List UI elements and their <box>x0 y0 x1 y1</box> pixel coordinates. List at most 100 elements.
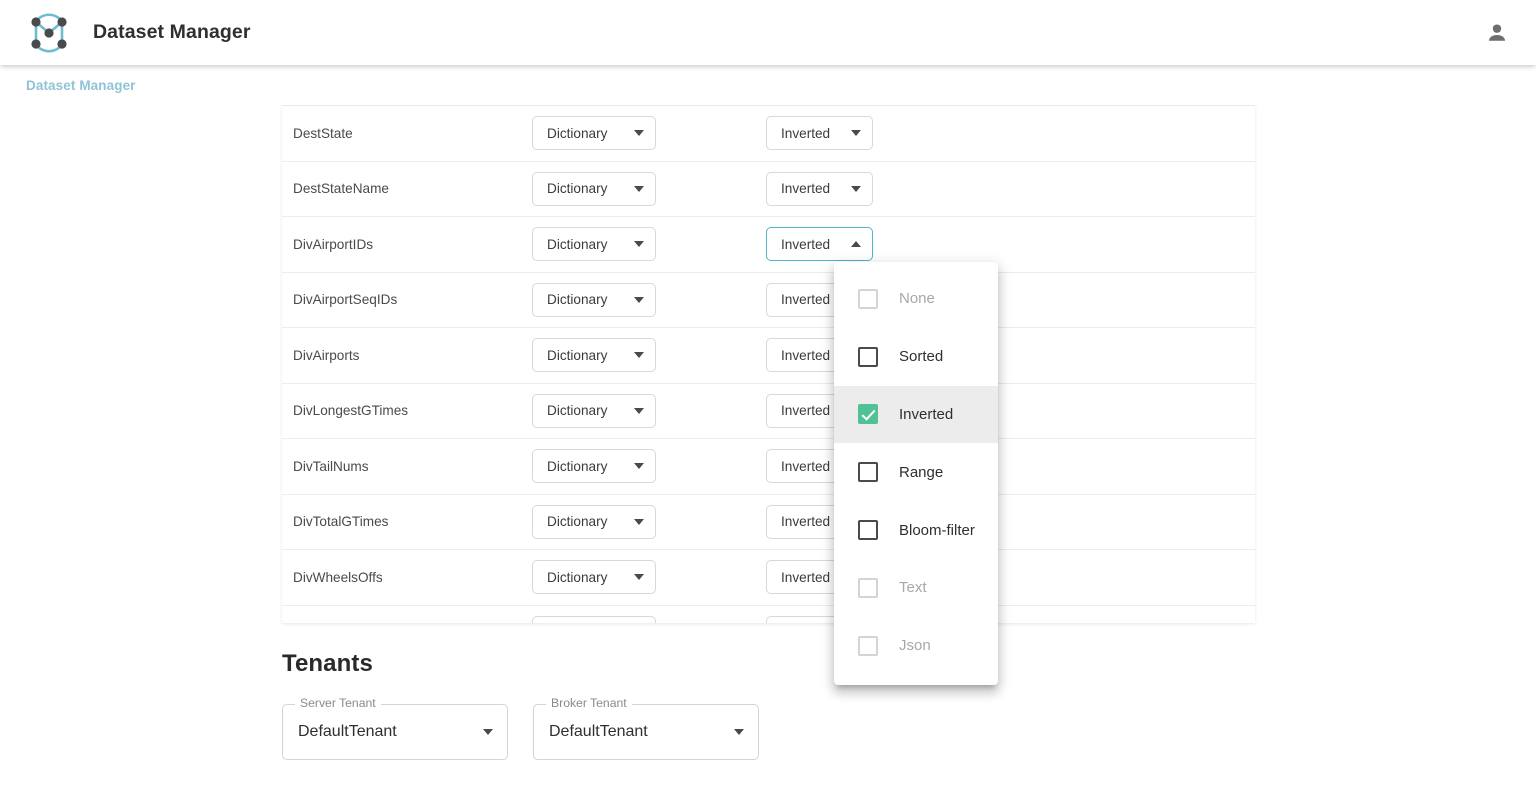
table-row: DestState Dictionary Inverted <box>282 106 1255 162</box>
chevron-down-icon <box>634 519 644 525</box>
dropdown-option-label: Bloom-filter <box>899 522 975 539</box>
encoding-select-button[interactable]: Dictionary <box>532 172 656 206</box>
column-name-cell: DestState <box>282 126 532 141</box>
tenant-fields: Server TenantDefaultTenant Broker TenantD… <box>282 704 982 760</box>
table-row: DivWheelsOffs Dictionary Inverted <box>282 550 1255 606</box>
column-name-cell: DivLongestGTimes <box>282 403 532 418</box>
index-select-button-open[interactable]: Inverted <box>766 227 873 261</box>
encoding-cell: Dictionary <box>532 116 766 150</box>
encoding-select-value: Dictionary <box>547 403 607 418</box>
index-select-value: Inverted <box>781 403 830 418</box>
encoding-select-button[interactable]: Dictionary <box>532 338 656 372</box>
checkbox-unchecked-icon[interactable] <box>858 462 878 482</box>
checkbox-checked-icon[interactable] <box>858 404 878 424</box>
encoding-select-button[interactable]: Dictionary <box>532 283 656 317</box>
chevron-down-icon <box>734 729 744 735</box>
dropdown-option[interactable]: Range <box>834 443 998 501</box>
encoding-select-value: Dictionary <box>547 181 607 196</box>
dropdown-option[interactable]: Bloom-filter <box>834 501 998 559</box>
table-row: DivAirportSeqIDs Dictionary Inverted <box>282 273 1255 329</box>
dropdown-option: Text <box>834 559 998 617</box>
chevron-down-icon <box>634 297 644 303</box>
chevron-down-icon <box>634 186 644 192</box>
encoding-select-value: Dictionary <box>547 292 607 307</box>
chevron-down-icon <box>851 130 861 136</box>
encoding-select-button[interactable]: Dictionary <box>532 116 656 150</box>
page-content: DestStateDictionaryInvertedDestStateName… <box>0 105 1536 808</box>
table-row: DivAirports Dictionary Inverted <box>282 328 1255 384</box>
dropdown-option: None <box>834 270 998 328</box>
encoding-cell: Dictionary <box>532 505 766 539</box>
dropdown-option[interactable]: Sorted <box>834 328 998 386</box>
encoding-cell: Dictionary <box>532 616 766 623</box>
column-name-cell: DivTotalGTimes <box>282 514 532 529</box>
dropdown-option-label: None <box>899 290 935 307</box>
chevron-down-icon <box>634 463 644 469</box>
schema-table: DestStateDictionaryInvertedDestStateName… <box>282 105 1255 623</box>
dropdown-option[interactable]: Inverted <box>834 386 998 444</box>
encoding-select-value: Dictionary <box>547 126 607 141</box>
field-label: Server Tenant <box>295 697 381 709</box>
dropdown-option-label: Json <box>899 637 931 654</box>
encoding-select-button[interactable]: Dictionary <box>532 560 656 594</box>
tenant-select-broker[interactable]: Broker TenantDefaultTenant <box>533 704 759 760</box>
column-name-cell: DivAirports <box>282 348 532 363</box>
encoding-select-button[interactable]: Dictionary <box>532 616 656 623</box>
index-select-value: Inverted <box>781 126 830 141</box>
chevron-down-icon <box>851 186 861 192</box>
encoding-select-button[interactable]: Dictionary <box>532 227 656 261</box>
index-select-value: Inverted <box>781 292 830 307</box>
breadcrumb: Dataset Manager <box>0 65 1536 105</box>
schema-table-body: DestStateDictionaryInvertedDestStateName… <box>282 106 1255 623</box>
index-type-dropdown-menu[interactable]: None Sorted Inverted Range Bloom-filter Text J… <box>834 262 998 685</box>
tenant-select-server[interactable]: Server TenantDefaultTenant <box>282 704 508 760</box>
encoding-cell: Dictionary <box>532 338 766 372</box>
index-select-value: Inverted <box>781 181 830 196</box>
encoding-select-value: Dictionary <box>547 348 607 363</box>
encoding-select-button[interactable]: Dictionary <box>532 394 656 428</box>
index-select-value: Inverted <box>781 237 830 252</box>
index-select-button[interactable]: Inverted <box>766 172 873 206</box>
chevron-down-icon <box>483 729 493 735</box>
index-cell: Inverted <box>766 227 1066 261</box>
index-select-value: Inverted <box>781 348 830 363</box>
table-row: DivAirportIDsDictionaryInverted <box>282 217 1255 273</box>
checkbox-unchecked-icon <box>858 636 878 656</box>
graph-network-icon <box>26 10 72 56</box>
column-name-cell: DivTailNums <box>282 459 532 474</box>
index-select-value: Inverted <box>781 459 830 474</box>
table-row: DictionaryInverted <box>282 606 1255 624</box>
column-name-cell: DestStateName <box>282 181 532 196</box>
dropdown-option-label: Inverted <box>899 406 953 423</box>
table-row: DivTailNums Dictionary Inverted <box>282 439 1255 495</box>
checkbox-unchecked-icon <box>858 289 878 309</box>
index-select-value: Inverted <box>781 570 830 585</box>
account-person-icon[interactable] <box>1484 20 1510 46</box>
app-bar: Dataset Manager <box>0 0 1536 65</box>
checkbox-unchecked-icon[interactable] <box>858 520 878 540</box>
column-name-cell: DivWheelsOffs <box>282 570 532 585</box>
dropdown-option: Json <box>834 617 998 675</box>
table-row: DestStateName Dictionary Inverted <box>282 162 1255 218</box>
encoding-select-button[interactable]: Dictionary <box>532 449 656 483</box>
app-title: Dataset Manager <box>93 21 251 44</box>
encoding-select-button[interactable]: Dictionary <box>532 505 656 539</box>
encoding-cell: Dictionary <box>532 394 766 428</box>
encoding-cell: Dictionary <box>532 172 766 206</box>
dropdown-option-label: Range <box>899 464 943 481</box>
encoding-select-value: Dictionary <box>547 514 607 529</box>
checkbox-unchecked-icon[interactable] <box>858 347 878 367</box>
index-select-button[interactable]: Inverted <box>766 116 873 150</box>
index-select-value: Inverted <box>781 514 830 529</box>
encoding-select-value: Dictionary <box>547 459 607 474</box>
encoding-select-value: Dictionary <box>547 570 607 585</box>
chevron-down-icon <box>634 241 644 247</box>
table-row: DivTotalGTimes Dictionary Inverted <box>282 495 1255 551</box>
chevron-down-icon <box>634 574 644 580</box>
checkbox-unchecked-icon <box>858 578 878 598</box>
column-name-cell: DivAirportSeqIDs <box>282 292 532 307</box>
table-row: DivLongestGTimes Dictionary Inverted <box>282 384 1255 440</box>
breadcrumb-item-dataset-manager[interactable]: Dataset Manager <box>26 78 136 93</box>
encoding-cell: Dictionary <box>532 227 766 261</box>
chevron-up-icon <box>851 241 861 247</box>
